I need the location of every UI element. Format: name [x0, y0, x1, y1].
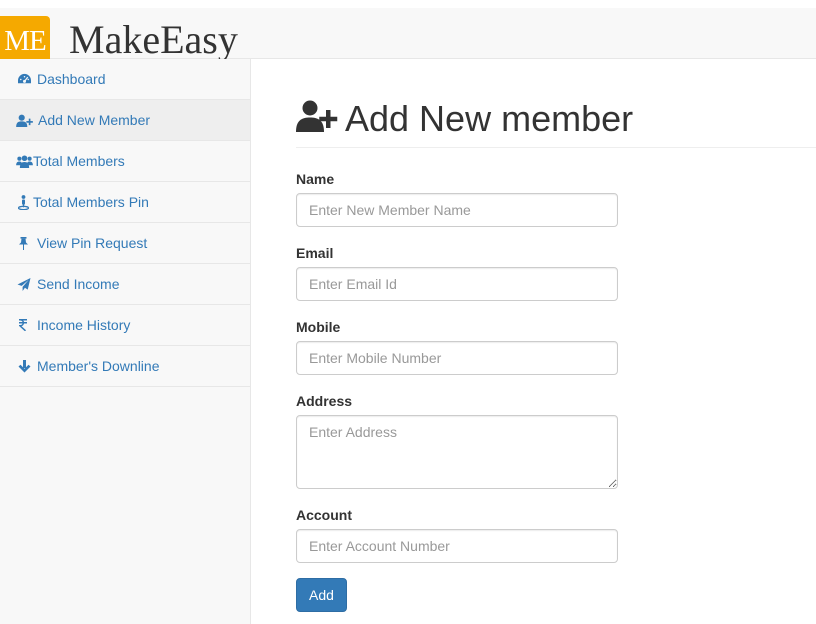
arrow-down-icon [16, 346, 32, 386]
sidebar-item-view-pin-request[interactable]: View Pin Request [0, 223, 250, 264]
dashboard-icon [16, 59, 32, 99]
sidebar-item-label: Add New Member [38, 112, 151, 128]
mobile-label: Mobile [296, 319, 341, 335]
add-button[interactable]: Add [296, 578, 347, 612]
sidebar-item-label: Income History [37, 317, 131, 333]
main-content: Add New member Name Email Mobile Address… [251, 59, 816, 624]
account-input[interactable] [296, 529, 618, 563]
top-navbar: ME MakeEasy [0, 0, 816, 66]
sidebar-item-label: Member's Downline [37, 358, 160, 374]
page-header: Add New member [296, 95, 816, 148]
mobile-input[interactable] [296, 341, 618, 375]
sidebar-item-add-new-member[interactable]: Add New Member [0, 100, 250, 141]
send-icon [16, 264, 32, 304]
sidebar-item-label: Dashboard [37, 71, 106, 87]
users-icon [16, 141, 33, 181]
email-input[interactable] [296, 267, 618, 301]
sidebar-item-members-downline[interactable]: Member's Downline [0, 346, 250, 387]
sidebar-item-label: View Pin Request [37, 235, 148, 251]
sidebar-item-total-members[interactable]: Total Members [0, 141, 250, 182]
sidebar-item-total-members-pin[interactable]: Total Members Pin [0, 182, 250, 223]
sidebar-item-send-income[interactable]: Send Income [0, 264, 250, 305]
email-label: Email [296, 245, 334, 261]
user-plus-icon [15, 100, 33, 140]
address-label: Address [296, 393, 353, 409]
name-input[interactable] [296, 193, 618, 227]
rupee-icon [17, 305, 29, 345]
pin-person-icon [17, 182, 29, 222]
user-plus-icon [296, 100, 338, 137]
sidebar-item-label: Send Income [37, 276, 120, 292]
sidebar-item-income-history[interactable]: Income History [0, 305, 250, 346]
pushpin-icon [18, 223, 29, 263]
sidebar-item-dashboard[interactable]: Dashboard [0, 59, 250, 100]
address-textarea[interactable] [296, 415, 618, 489]
sidebar: Dashboard Add New Member Total Members T… [0, 59, 251, 624]
sidebar-item-label: Total Members [33, 153, 125, 169]
account-label: Account [296, 507, 352, 523]
sidebar-item-label: Total Members Pin [33, 194, 149, 210]
name-label: Name [296, 171, 335, 187]
page-title: Add New member [345, 98, 634, 139]
